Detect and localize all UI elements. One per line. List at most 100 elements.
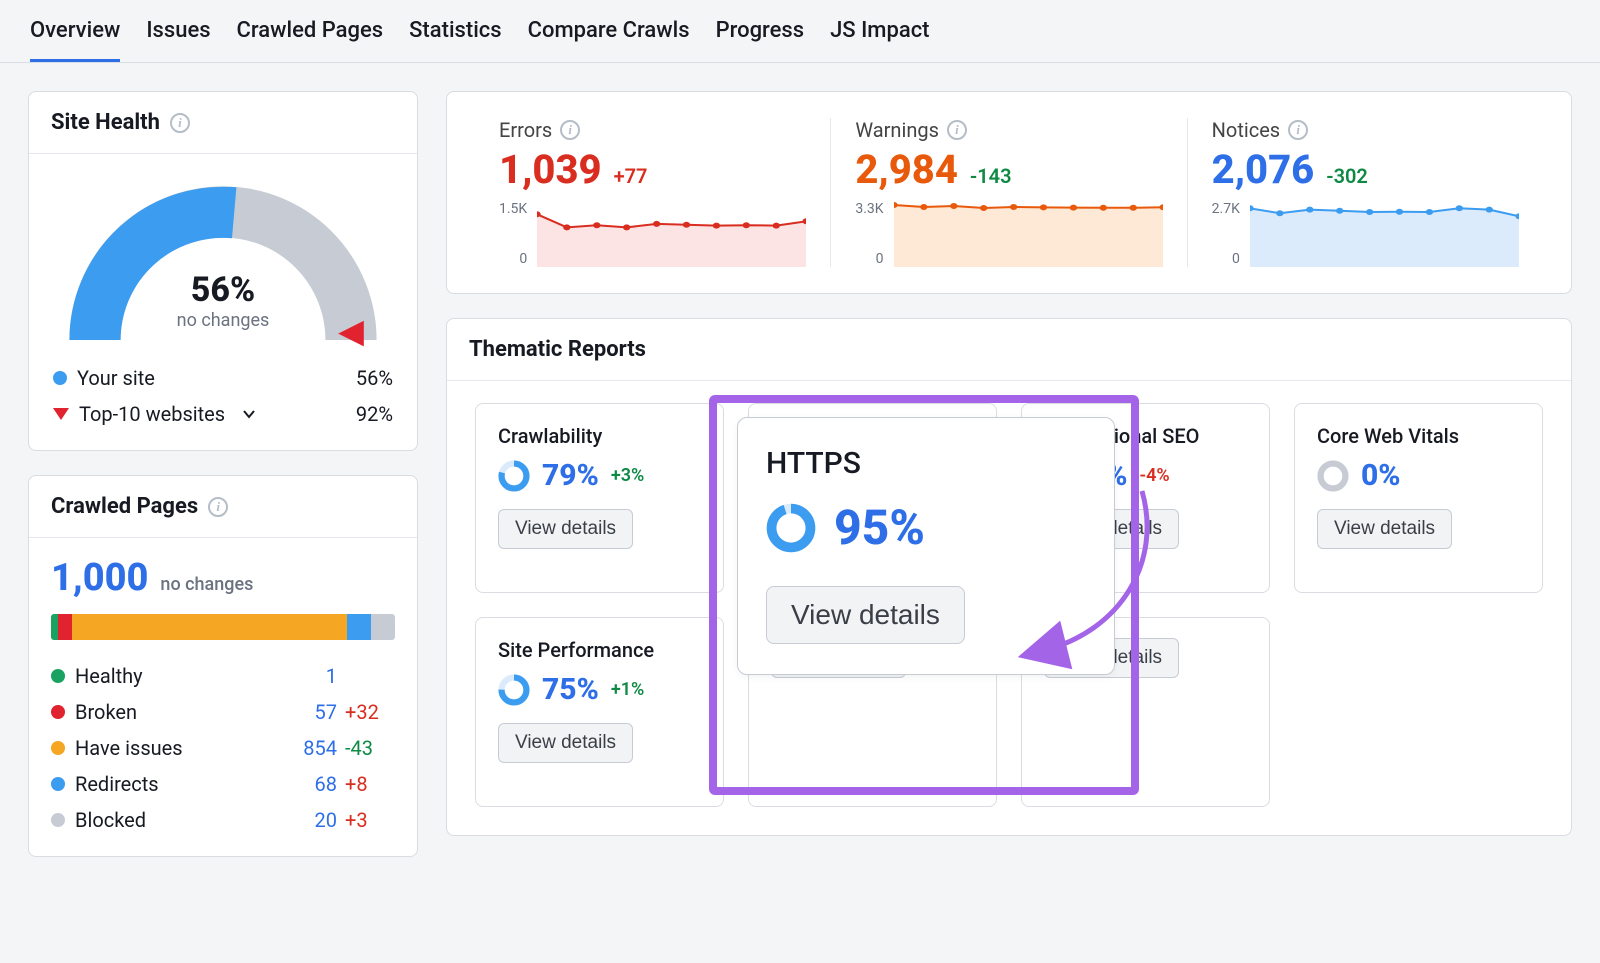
dot-icon bbox=[51, 741, 65, 755]
tab-overview[interactable]: Overview bbox=[30, 14, 120, 62]
dot-icon bbox=[53, 371, 67, 385]
site-health-percent: 56% bbox=[63, 270, 383, 310]
crawled-row[interactable]: Broken 57+32 bbox=[51, 694, 395, 730]
your-site-value: 56% bbox=[356, 366, 393, 390]
info-icon[interactable]: i bbox=[1288, 120, 1308, 140]
info-icon[interactable]: i bbox=[170, 113, 190, 133]
metric-errors[interactable]: Errorsi1,039+771.5K0 bbox=[475, 118, 831, 267]
metric-title: Warnings bbox=[855, 118, 939, 142]
crawled-row-label: Redirects bbox=[75, 772, 159, 796]
info-icon[interactable]: i bbox=[947, 120, 967, 140]
crawled-row-value: 20 bbox=[281, 808, 337, 832]
crawled-subtext: no changes bbox=[160, 574, 253, 595]
highlight-https-card: HTTPS 95% View details bbox=[737, 417, 1115, 675]
metric-value: 2,076 bbox=[1212, 146, 1315, 193]
crawled-row[interactable]: Redirects 68+8 bbox=[51, 766, 395, 802]
crawled-row-value: 57 bbox=[281, 700, 337, 724]
bar-segment bbox=[58, 614, 72, 640]
spark-ymax: 2.7K bbox=[1212, 201, 1240, 217]
report-pct: 79% bbox=[542, 458, 599, 493]
metric-warnings[interactable]: Warningsi2,984-1433.3K0 bbox=[831, 118, 1187, 267]
chevron-down-icon bbox=[241, 406, 257, 422]
dot-icon bbox=[51, 669, 65, 683]
tab-progress[interactable]: Progress bbox=[716, 14, 805, 62]
top10-value: 92% bbox=[356, 402, 393, 426]
site-health-subtext: no changes bbox=[63, 310, 383, 331]
report-title: Site Performance bbox=[498, 638, 701, 662]
report-title: Core Web Vitals bbox=[1317, 424, 1520, 448]
dot-icon bbox=[51, 777, 65, 791]
bar-segment bbox=[51, 614, 58, 640]
crawled-row-label: Blocked bbox=[75, 808, 146, 832]
metric-title: Notices bbox=[1212, 118, 1280, 142]
tab-bar: Overview Issues Crawled Pages Statistics… bbox=[0, 0, 1600, 63]
thematic-header: Thematic Reports bbox=[447, 319, 1571, 381]
metric-value: 2,984 bbox=[855, 146, 958, 193]
spark-ymax: 1.5K bbox=[499, 201, 527, 217]
highlight-pct: 95% bbox=[834, 499, 925, 556]
site-health-card: Site Health i 56% no changes bbox=[28, 91, 418, 451]
thematic-title: Thematic Reports bbox=[469, 337, 646, 362]
ring-icon bbox=[766, 503, 816, 553]
crawled-total: 1,000 bbox=[51, 556, 148, 600]
view-details-button[interactable]: View details bbox=[766, 586, 965, 644]
crawled-pages-title: Crawled Pages bbox=[51, 494, 198, 519]
site-health-header: Site Health i bbox=[29, 92, 417, 154]
report-delta: -4% bbox=[1140, 465, 1170, 486]
view-details-button[interactable]: View details bbox=[498, 509, 633, 549]
crawled-row-delta: +32 bbox=[337, 700, 395, 724]
crawled-row-delta: +8 bbox=[337, 772, 395, 796]
crawled-row-value: 1 bbox=[281, 664, 337, 688]
metrics-card: Errorsi1,039+771.5K0Warningsi2,984-1433.… bbox=[446, 91, 1572, 294]
tab-crawled-pages[interactable]: Crawled Pages bbox=[237, 14, 384, 62]
metric-delta: +77 bbox=[614, 164, 648, 188]
tab-js-impact[interactable]: JS Impact bbox=[830, 14, 929, 62]
metric-value: 1,039 bbox=[499, 146, 602, 193]
report-card: Site Performance75%+1%View details bbox=[475, 617, 724, 807]
crawled-row-label: Have issues bbox=[75, 736, 183, 760]
crawled-row-label: Broken bbox=[75, 700, 137, 724]
sparkline bbox=[894, 201, 1163, 267]
spark-ymax: 3.3K bbox=[855, 201, 883, 217]
bar-segment bbox=[371, 614, 395, 640]
crawled-row-delta: +3 bbox=[337, 808, 395, 832]
spark-ymin: 0 bbox=[1212, 251, 1240, 267]
report-card: Crawlability79%+3%View details bbox=[475, 403, 724, 593]
view-details-button[interactable]: View details bbox=[1317, 509, 1452, 549]
metric-notices[interactable]: Notices i 2,076 -302 2.7K 0 bbox=[1188, 118, 1543, 267]
report-delta: +1% bbox=[611, 679, 644, 700]
info-icon[interactable]: i bbox=[560, 120, 580, 140]
crawled-row[interactable]: Have issues854-43 bbox=[51, 730, 395, 766]
site-health-title: Site Health bbox=[51, 110, 160, 135]
crawled-distribution-bar bbox=[51, 614, 395, 640]
your-site-label: Your site bbox=[77, 366, 155, 390]
ring-icon bbox=[498, 674, 530, 706]
sparkline bbox=[1250, 201, 1519, 267]
crawled-row[interactable]: Blocked 20+3 bbox=[51, 802, 395, 838]
spark-ymin: 0 bbox=[855, 251, 883, 267]
crawled-row-value: 68 bbox=[281, 772, 337, 796]
crawled-row[interactable]: Healthy 1 bbox=[51, 658, 395, 694]
tab-issues[interactable]: Issues bbox=[146, 14, 210, 62]
crawled-pages-header: Crawled Pages i bbox=[29, 476, 417, 538]
spark-ymin: 0 bbox=[499, 251, 527, 267]
tab-statistics[interactable]: Statistics bbox=[409, 14, 502, 62]
bar-segment bbox=[72, 614, 347, 640]
crawled-row-label: Healthy bbox=[75, 664, 143, 688]
tab-compare-crawls[interactable]: Compare Crawls bbox=[528, 14, 690, 62]
triangle-down-icon bbox=[53, 408, 69, 420]
top10-label: Top-10 websites bbox=[79, 402, 225, 426]
crawled-row-delta: -43 bbox=[337, 736, 395, 760]
legend-top10[interactable]: Top-10 websites 92% bbox=[51, 396, 395, 432]
legend-your-site: Your site 56% bbox=[51, 360, 395, 396]
dot-icon bbox=[51, 813, 65, 827]
report-card: Core Web Vitals0%View details bbox=[1294, 403, 1543, 593]
site-health-gauge: 56% no changes bbox=[63, 180, 383, 360]
ring-icon bbox=[1317, 460, 1349, 492]
info-icon[interactable]: i bbox=[208, 497, 228, 517]
report-title: Crawlability bbox=[498, 424, 701, 448]
view-details-button[interactable]: View details bbox=[498, 723, 633, 763]
thematic-reports-card: Thematic Reports Crawlability79%+3%View … bbox=[446, 318, 1572, 836]
metric-delta: -302 bbox=[1326, 164, 1368, 188]
bar-segment bbox=[347, 614, 371, 640]
